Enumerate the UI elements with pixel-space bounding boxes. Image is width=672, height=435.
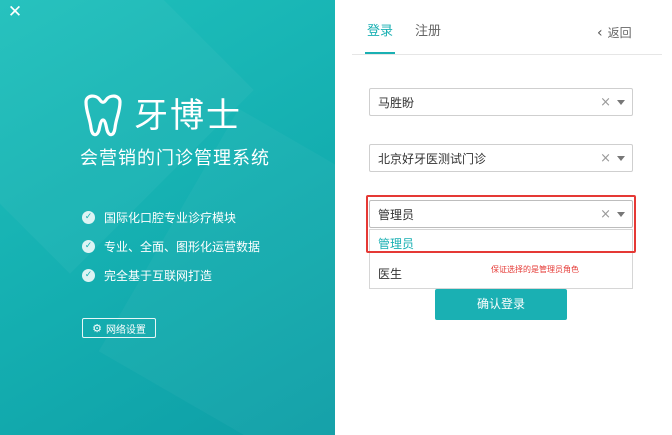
chevron-down-icon[interactable] — [617, 155, 625, 161]
clear-icon[interactable]: × — [600, 207, 611, 222]
gear-icon: ⚙ — [92, 321, 102, 335]
chevron-left-icon: ‹ — [597, 24, 603, 41]
feature-item: ✓ 国际化口腔专业诊疗模块 — [82, 203, 260, 232]
role-option-admin[interactable]: 管理员 — [370, 230, 632, 259]
role-select-value: 管理员 — [378, 207, 415, 222]
chevron-down-icon[interactable] — [617, 99, 625, 105]
back-button[interactable]: ‹ 返回 — [597, 24, 632, 41]
user-select-value: 马胜盼 — [378, 95, 415, 110]
check-circle-icon: ✓ — [82, 211, 95, 224]
tab-register[interactable]: 注册 — [415, 22, 441, 52]
check-circle-icon: ✓ — [82, 269, 95, 282]
close-icon[interactable]: ✕ — [6, 3, 24, 21]
network-settings-label: 网络设置 — [105, 324, 146, 336]
feature-item: ✓ 完全基于互联网打造 — [82, 261, 260, 290]
role-dropdown: 管理员 医生 — [369, 229, 633, 289]
clear-icon[interactable]: × — [600, 95, 611, 110]
clinic-select-value: 北京好牙医测试门诊 — [378, 151, 487, 166]
brand-name: 牙博士 — [134, 96, 242, 136]
annotation-note: 保证选择的是管理员角色 — [491, 265, 579, 274]
clinic-select[interactable]: 北京好牙医测试门诊 × — [369, 144, 633, 172]
feature-label: 国际化口腔专业诊疗模块 — [104, 211, 237, 225]
feature-item: ✓ 专业、全面、图形化运营数据 — [82, 232, 260, 261]
brand-panel: ✕ 牙博士 会营销的门诊管理系统 ✓ 国际化口腔专业诊疗模块 ✓ 专业、全面、图… — [0, 0, 335, 435]
tooth-icon — [84, 94, 122, 137]
feature-label: 专业、全面、图形化运营数据 — [104, 240, 261, 254]
check-circle-icon: ✓ — [82, 240, 95, 253]
user-select[interactable]: 马胜盼 × — [369, 88, 633, 116]
feature-label: 完全基于互联网打造 — [104, 269, 213, 283]
login-button[interactable]: 确认登录 — [435, 289, 567, 320]
role-select[interactable]: 管理员 × — [369, 200, 633, 228]
tab-login[interactable]: 登录 — [364, 22, 396, 54]
back-label: 返回 — [607, 26, 632, 40]
clear-icon[interactable]: × — [600, 151, 611, 166]
tabs-divider — [352, 54, 662, 55]
chevron-down-icon[interactable] — [617, 211, 625, 217]
feature-list: ✓ 国际化口腔专业诊疗模块 ✓ 专业、全面、图形化运营数据 ✓ 完全基于互联网打… — [82, 203, 260, 290]
auth-tabs: 登录 注册 — [364, 22, 441, 54]
brand-slogan: 会营销的门诊管理系统 — [80, 148, 270, 169]
network-settings-button[interactable]: ⚙ 网络设置 — [82, 318, 156, 338]
